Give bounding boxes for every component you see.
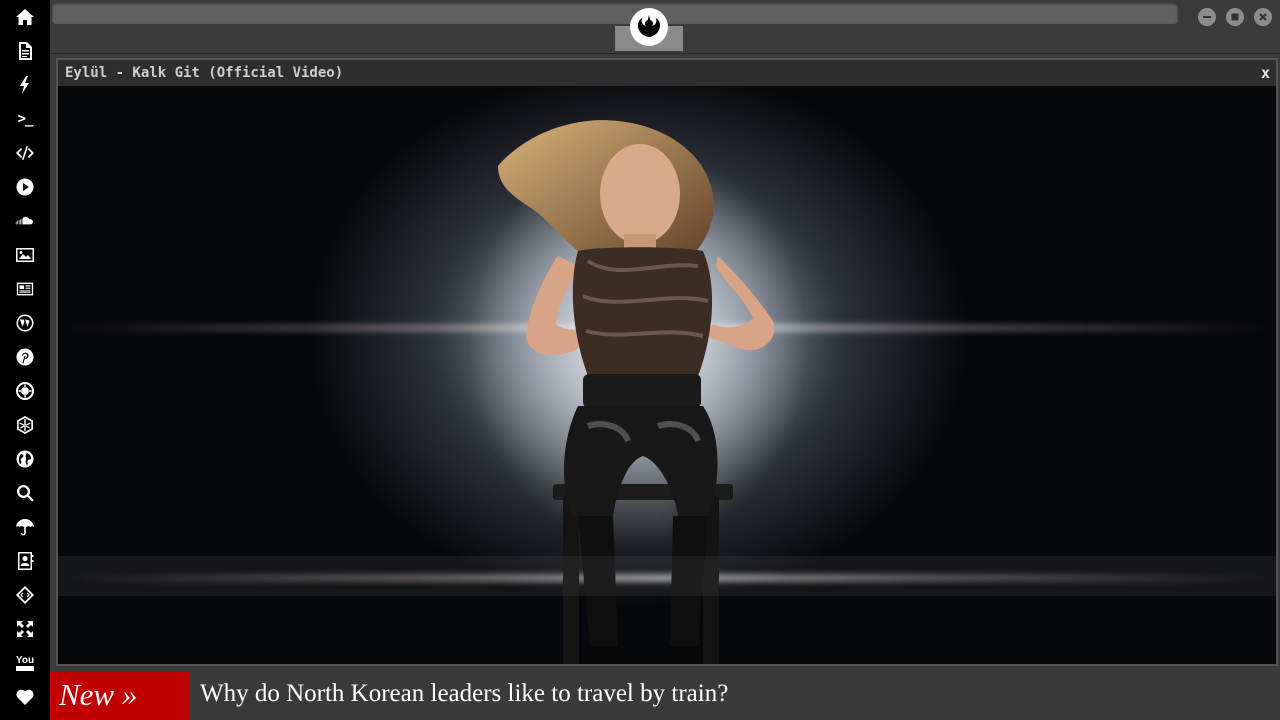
sidebar-item-document[interactable] <box>0 34 50 68</box>
rebel-alliance-icon[interactable] <box>630 8 668 46</box>
globe-icon <box>16 450 34 468</box>
sidebar-item-diamond-code[interactable] <box>0 578 50 612</box>
sidebar-item-home[interactable] <box>0 0 50 34</box>
minimize-button[interactable] <box>1198 8 1216 26</box>
maximize-button[interactable] <box>1226 8 1244 26</box>
soundcloud-icon <box>15 216 33 225</box>
sidebar-item-hexagon[interactable] <box>0 408 50 442</box>
close-player-button[interactable]: x <box>1261 64 1270 82</box>
youtube-icon: You <box>15 655 35 671</box>
diamond-code-icon <box>16 586 34 604</box>
sidebar-item-contacts[interactable] <box>0 544 50 578</box>
document-icon <box>19 42 32 60</box>
expand-icon <box>17 621 33 637</box>
hexagon-icon <box>17 416 33 434</box>
wordpress-icon <box>16 314 34 332</box>
sidebar-item-lightning[interactable] <box>0 68 50 102</box>
sidebar-item-terminal[interactable]: >_ <box>0 102 50 136</box>
video-title: Eylül - Kalk Git (Official Video) <box>65 65 344 81</box>
player-title-bar: Eylül - Kalk Git (Official Video) x <box>58 60 1276 86</box>
top-bar <box>50 0 1280 54</box>
sidebar-item-search[interactable] <box>0 476 50 510</box>
sidebar: >_ You <box>0 0 50 720</box>
sidebar-item-umbrella[interactable] <box>0 510 50 544</box>
image-icon <box>16 248 34 262</box>
sidebar-item-pinterest[interactable] <box>0 340 50 374</box>
sidebar-item-youtube[interactable]: You <box>0 646 50 680</box>
code-icon <box>16 146 34 160</box>
sidebar-item-play[interactable] <box>0 170 50 204</box>
contact-card-icon <box>18 552 34 570</box>
address-bar[interactable] <box>52 3 1178 24</box>
terminal-icon: >_ <box>17 111 34 127</box>
ticker-headline[interactable]: Why do North Korean leaders like to trav… <box>200 672 728 716</box>
sidebar-item-news[interactable] <box>0 272 50 306</box>
search-icon <box>17 485 34 502</box>
video-frame[interactable] <box>58 86 1276 664</box>
newspaper-icon <box>16 282 34 296</box>
play-circle-icon <box>16 178 34 196</box>
sidebar-item-wordpress[interactable] <box>0 306 50 340</box>
galactic-empire-icon <box>16 382 35 400</box>
video-still <box>58 120 1276 664</box>
sidebar-item-image[interactable] <box>0 238 50 272</box>
news-ticker: New » Why do North Korean leaders like t… <box>50 672 1280 720</box>
pinterest-icon <box>16 348 34 366</box>
close-window-button[interactable] <box>1254 8 1272 26</box>
sidebar-item-expand[interactable] <box>0 612 50 646</box>
new-badge: New » <box>50 672 190 720</box>
lightning-icon <box>20 76 29 94</box>
home-icon <box>16 9 34 25</box>
square-icon <box>1231 13 1239 21</box>
video-player: Eylül - Kalk Git (Official Video) x <box>56 58 1278 666</box>
minus-icon <box>1203 16 1211 18</box>
sidebar-item-code[interactable] <box>0 136 50 170</box>
sidebar-item-soundcloud[interactable] <box>0 204 50 238</box>
sidebar-item-favorites[interactable] <box>0 680 50 714</box>
heart-icon <box>16 689 34 705</box>
sidebar-item-globe[interactable] <box>0 442 50 476</box>
umbrella-icon <box>16 519 34 536</box>
x-icon <box>1259 13 1267 21</box>
sidebar-item-empire[interactable] <box>0 374 50 408</box>
